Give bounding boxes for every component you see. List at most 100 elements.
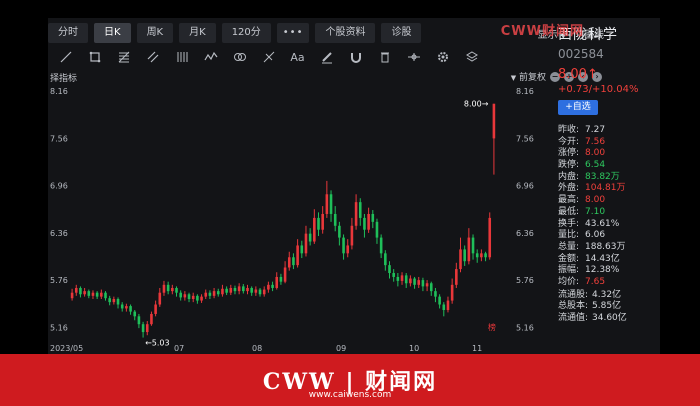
- low-annotation: ←5.03: [145, 339, 170, 348]
- quote-value: 7.10: [585, 206, 606, 217]
- quote-label: 最高:: [558, 195, 580, 206]
- tab-stock-profile[interactable]: 个股资料: [315, 23, 376, 43]
- candle-body: [271, 284, 274, 288]
- drawing-toolbar: Aa: [54, 46, 604, 68]
- quote-label: 均价:: [558, 276, 580, 287]
- line-icon[interactable]: [54, 47, 77, 67]
- quote-value: 12.38%: [585, 265, 620, 276]
- quote-row: 量比: 6.06: [558, 230, 660, 242]
- quote-row: 内盘: 83.82万: [558, 172, 660, 184]
- candlestick-chart[interactable]: 8.16 8.16 7.56 7.56 6.96 6.96 6.36 6.36 5.76 5.76…: [48, 84, 552, 354]
- candle-body: [104, 292, 107, 299]
- quote-row: 振幅: 12.38%: [558, 265, 660, 277]
- cycle-icon[interactable]: [228, 47, 251, 67]
- candle-body: [459, 249, 462, 270]
- candle-body: [371, 213, 375, 222]
- candle-body: [413, 278, 416, 285]
- candle-body: [145, 324, 149, 333]
- tab-timeshare[interactable]: 分时: [48, 23, 88, 43]
- candle-body: [254, 289, 258, 293]
- quote-value: 4.32亿: [592, 289, 622, 300]
- trash-icon[interactable]: [373, 47, 396, 67]
- candle-body: [313, 217, 316, 242]
- current-price: 8.00↑: [558, 67, 598, 82]
- crosshair-icon[interactable]: [402, 47, 425, 67]
- y-tick-label-right: 5.16: [516, 323, 534, 332]
- magnet-icon[interactable]: [344, 47, 367, 67]
- y-tick-label-left: 5.16: [50, 323, 68, 332]
- candle-body: [183, 294, 187, 298]
- x-tick-label: 2023/05: [50, 344, 83, 353]
- candle-body: [275, 276, 279, 288]
- parallel-icon[interactable]: [170, 47, 193, 67]
- channel-icon[interactable]: [141, 47, 164, 67]
- candle-body: [191, 295, 195, 299]
- x-tick-label: 07: [174, 344, 184, 353]
- y-tick-label-left: 5.76: [50, 276, 68, 285]
- layers-icon[interactable]: [460, 47, 483, 67]
- x-tick-label: 11: [472, 344, 482, 353]
- quote-label: 最低:: [558, 206, 580, 217]
- x-tick-label: 10: [409, 344, 419, 353]
- tab-monthly-k[interactable]: 月K: [179, 23, 216, 43]
- candle-body: [187, 294, 191, 299]
- candle-body: [346, 245, 350, 254]
- candle-body: [480, 253, 483, 258]
- trading-app-window: 分时 日K 周K 月K 120分 ••• 个股资料 诊股 显示 ▼ 画线 Aa 择…: [48, 18, 660, 354]
- quote-value: 6.06: [585, 230, 606, 241]
- tab-more[interactable]: •••: [276, 23, 310, 43]
- tab-diagnosis[interactable]: 诊股: [381, 23, 422, 43]
- tab-daily-k[interactable]: 日K: [94, 23, 131, 43]
- wave-icon[interactable]: [199, 47, 222, 67]
- candle-body: [158, 292, 162, 305]
- rect-icon[interactable]: [83, 47, 106, 67]
- candle-body: [463, 249, 466, 262]
- arrow-up-icon: ↑: [586, 67, 598, 82]
- candle-body: [204, 292, 208, 297]
- candle-body: [83, 291, 86, 295]
- y-tick-label-right: 5.76: [516, 276, 534, 285]
- quote-row: 最低: 7.10: [558, 207, 660, 219]
- candle-body: [367, 213, 370, 230]
- y-tick-label-right: 6.36: [516, 229, 534, 238]
- candle-body: [262, 289, 266, 295]
- candle-body: [287, 257, 291, 268]
- rank-marker: 榜: [488, 322, 496, 332]
- candle-body: [216, 291, 220, 295]
- y-tick-label-right: 8.16: [516, 87, 534, 96]
- quote-label: 振幅:: [558, 265, 580, 276]
- candle-body: [421, 280, 425, 287]
- candle-body: [237, 286, 241, 292]
- candle-body: [434, 291, 437, 297]
- indicator-select[interactable]: 择指标: [50, 71, 77, 84]
- add-watchlist-button[interactable]: +自选: [558, 100, 598, 115]
- quote-value: 8.00: [585, 148, 606, 159]
- candle-body: [329, 194, 333, 214]
- stock-code: 002584: [558, 47, 604, 61]
- quote-value: 5.85亿: [592, 301, 622, 312]
- candle-body: [467, 237, 471, 262]
- pen-icon[interactable]: [315, 47, 338, 67]
- fib-icon[interactable]: [112, 47, 135, 67]
- pitchfork-icon[interactable]: [257, 47, 280, 67]
- tab-120min[interactable]: 120分: [221, 23, 271, 43]
- settings-icon[interactable]: [431, 47, 454, 67]
- quote-label: 今开:: [558, 136, 580, 147]
- candle-body: [325, 194, 329, 214]
- quote-label: 换手:: [558, 218, 580, 229]
- tab-weekly-k[interactable]: 周K: [136, 23, 174, 43]
- candle-body: [417, 280, 421, 285]
- candle-body: [438, 296, 441, 305]
- quote-label: 跌停:: [558, 160, 580, 171]
- quote-label: 总量:: [558, 241, 580, 252]
- quote-label: 流通股:: [558, 289, 589, 300]
- quote-value: 104.81万: [585, 183, 626, 194]
- x-tick-label: 08: [252, 344, 262, 353]
- candle-body: [296, 245, 299, 266]
- candle-body: [354, 202, 358, 226]
- text-icon[interactable]: Aa: [286, 47, 309, 67]
- chevron-down-icon: ▼: [510, 74, 517, 82]
- adjust-dropdown[interactable]: ▼ 前复权: [508, 70, 546, 83]
- banner-url: www.caiwens.com: [308, 390, 392, 400]
- candle-body: [446, 300, 450, 311]
